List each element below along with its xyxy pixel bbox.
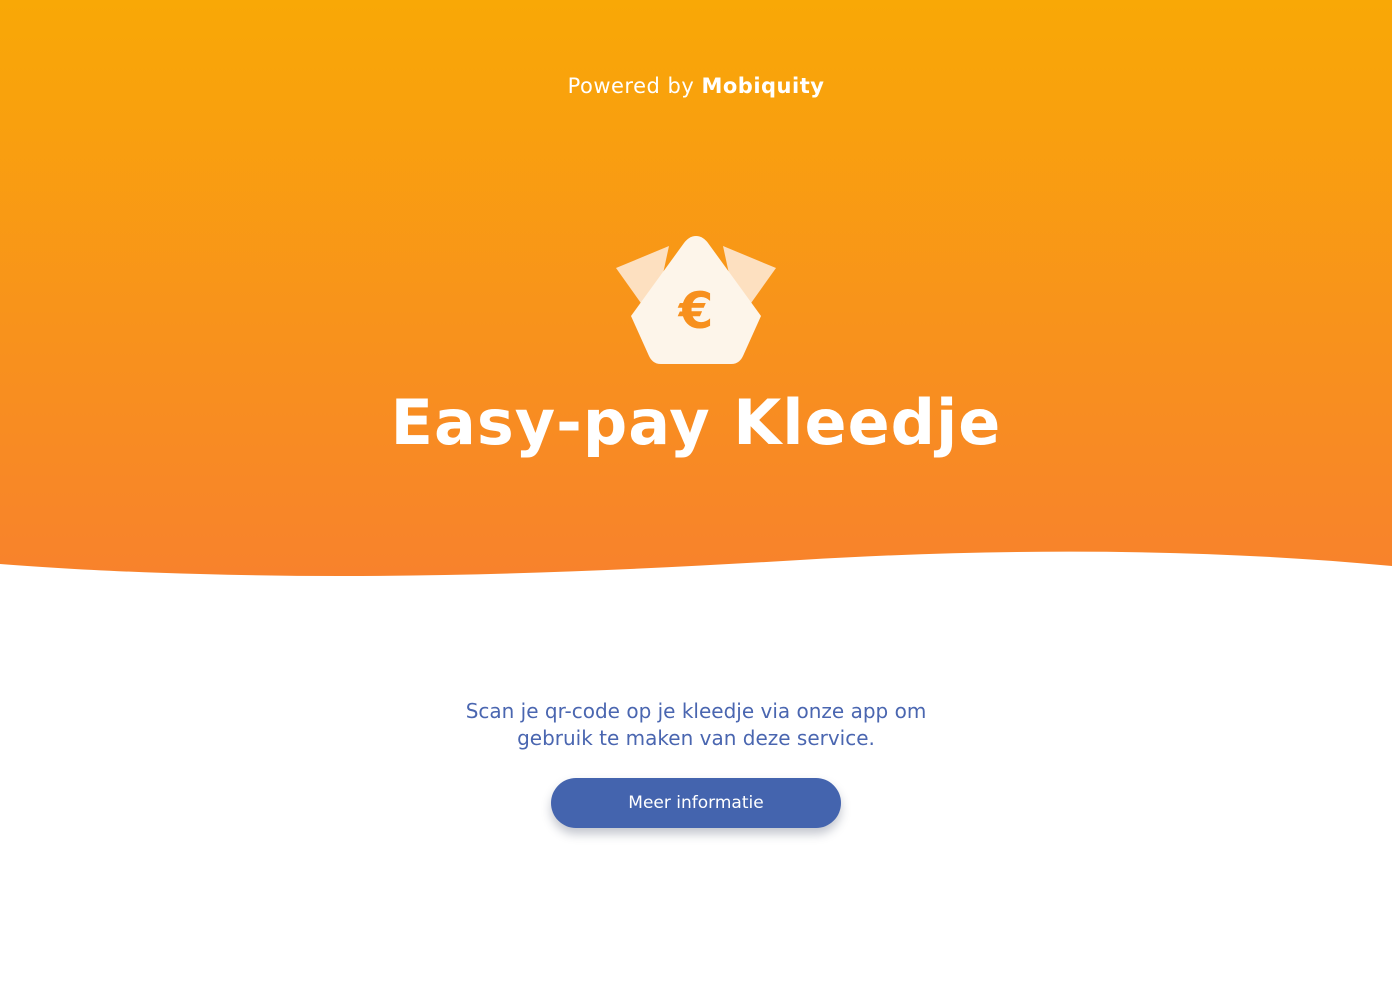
page-title: Easy-pay Kleedje bbox=[390, 386, 1002, 459]
description-text: Scan je qr-code op je kleedje via onze a… bbox=[465, 699, 927, 750]
landing-page: Powered by Mobiquity € Easy-pay Kleedje … bbox=[0, 0, 1392, 990]
euro-symbol: € bbox=[678, 282, 714, 340]
hero-banner: Powered by Mobiquity € Easy-pay Kleedje bbox=[0, 0, 1392, 620]
crown-euro-icon: € bbox=[616, 236, 776, 364]
powered-by-label: Powered by Mobiquity bbox=[0, 74, 1392, 98]
powered-by-prefix: Powered by bbox=[567, 74, 695, 98]
more-info-button[interactable]: Meer informatie bbox=[551, 778, 841, 828]
powered-by-brand: Mobiquity bbox=[701, 74, 825, 98]
